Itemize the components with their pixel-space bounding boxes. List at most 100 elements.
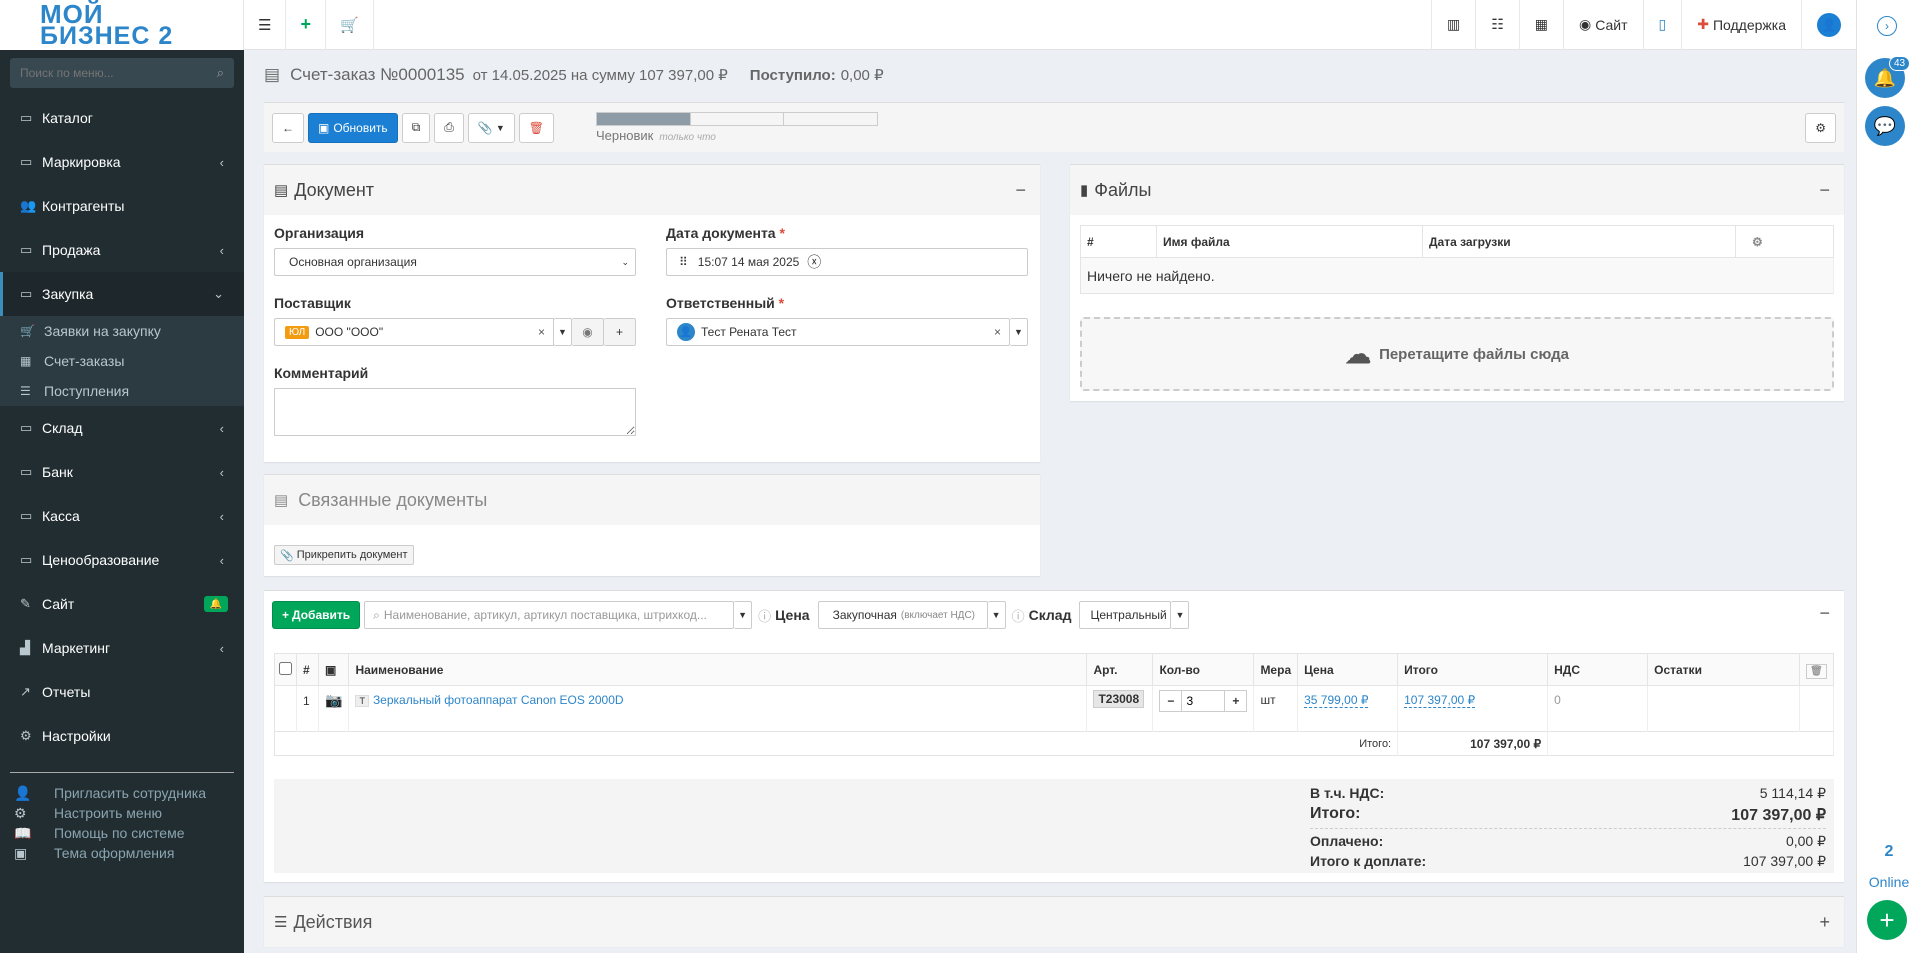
logo[interactable]: МОЙ БИЗНЕС 2 — [0, 0, 244, 50]
info-icon[interactable]: ⓘ — [758, 606, 771, 625]
cart-button[interactable]: 🛒 — [326, 0, 374, 50]
attach-document-button[interactable]: 📎 Прикрепить документ — [274, 545, 414, 565]
warehouse-select[interactable]: Центральный — [1079, 601, 1172, 629]
select-all-checkbox[interactable] — [279, 661, 292, 675]
col-stock[interactable]: Остатки — [1647, 653, 1801, 686]
supplier-select[interactable]: ЮЛ ООО "ООО" × — [274, 318, 554, 346]
online-add-button[interactable]: + — [1867, 900, 1907, 940]
collapse-files-button[interactable]: − — [1819, 180, 1830, 201]
col-qty[interactable]: Кол-во — [1152, 653, 1255, 686]
calendar-button[interactable]: ▦ — [1518, 0, 1563, 50]
col-price[interactable]: Цена — [1297, 653, 1399, 686]
files-settings-cell[interactable]: ⚙ — [1735, 225, 1834, 258]
toolbar-settings-button[interactable]: ⚙ — [1805, 112, 1836, 143]
invite-employee-link[interactable]: 👤 Пригласить сотрудника — [0, 783, 244, 803]
add-supplier-button[interactable]: + — [604, 318, 636, 346]
theme-link[interactable]: ▣ Тема оформления — [0, 843, 244, 863]
col-art[interactable]: Арт. — [1086, 653, 1154, 686]
responsible-dropdown-button[interactable]: ▼ — [1010, 318, 1028, 346]
qty-increase-button[interactable]: + — [1225, 691, 1246, 711]
clear-date-icon[interactable]: ⓧ — [807, 252, 821, 272]
product-image[interactable]: 📷 — [318, 685, 350, 732]
sidebar-item-marking[interactable]: ▭ Маркировка ‹ — [0, 140, 244, 184]
add-goods-button[interactable]: + Добавить — [272, 601, 361, 629]
user-button[interactable]: 👤 — [1801, 0, 1856, 50]
print-icon: ⎙ — [444, 120, 454, 134]
folder-icon: ▭ — [20, 420, 33, 435]
sidebar-item-settings[interactable]: ⚙ Настройки — [0, 714, 244, 758]
server-button[interactable]: ☷ — [1475, 0, 1519, 50]
org-select[interactable]: Основная организация ⌄ — [274, 248, 636, 276]
clear-icon[interactable]: × — [994, 325, 1001, 339]
copy-button[interactable]: ⧉ — [401, 112, 431, 143]
user-plus-icon: 👤 — [14, 784, 32, 801]
sidebar-item-warehouse[interactable]: ▭ Склад ‹ — [0, 406, 244, 450]
file-dropzone[interactable]: ☁ Перетащите файлы сюда — [1080, 317, 1834, 391]
sidebar-item-bank[interactable]: ▭ Банк ‹ — [0, 450, 244, 494]
chat-button[interactable]: 💬 — [1865, 106, 1905, 146]
menu-toggle-button[interactable]: ☰ — [244, 0, 287, 50]
archive-icon: ▤ — [264, 65, 281, 84]
info-icon[interactable]: ⓘ — [1012, 606, 1025, 625]
col-unit[interactable]: Мера — [1253, 653, 1299, 686]
files-col-name[interactable]: Имя файла — [1156, 225, 1423, 258]
expand-panel-button[interactable]: › — [1877, 16, 1897, 36]
collapse-document-button[interactable]: − — [1015, 180, 1026, 201]
goods-search-field[interactable]: ⌕ Наименование, артикул, артикул поставщи… — [364, 601, 735, 629]
sidebar-item-cash[interactable]: ▭ Касса ‹ — [0, 494, 244, 538]
warehouse-dropdown[interactable]: ▼ — [1171, 601, 1190, 629]
table-row[interactable]: 1 📷 Т Зеркальный фотоаппарат Canon EOS 20… — [274, 685, 1834, 732]
files-col-date[interactable]: Дата загрузки — [1422, 225, 1736, 258]
price-type-select[interactable]: Закупочная (включает НДС) — [817, 601, 988, 629]
delete-button[interactable]: 🗑 — [518, 112, 554, 143]
barcode-button[interactable]: ▥ — [1430, 0, 1475, 50]
date-field[interactable]: ⠿ 15:07 14 мая 2025 ⓧ — [666, 248, 1028, 276]
expand-actions-button[interactable]: + — [1819, 912, 1830, 933]
help-link[interactable]: 📖 Помощь по системе — [0, 823, 244, 843]
col-vat[interactable]: НДС — [1547, 653, 1649, 686]
sidebar-item-pricing[interactable]: ▭ Ценообразование ‹ — [0, 538, 244, 582]
sidebar-item-marketing[interactable]: ▟ Маркетинг ‹ — [0, 626, 244, 670]
responsible-select[interactable]: 👤 Тест Рената Тест × — [666, 318, 1010, 346]
update-button[interactable]: ▣ Обновить — [308, 112, 398, 143]
support-button[interactable]: ✚ Поддержка — [1681, 0, 1801, 50]
quick-add-button[interactable]: + — [286, 0, 326, 50]
sidebar-item-contractors[interactable]: 👥 Контрагенты — [0, 184, 244, 228]
sidebar-subitem-invoices[interactable]: ▦ Счет-заказы — [0, 346, 244, 376]
sidebar-subitem-receipts[interactable]: ☰ Поступления — [0, 376, 244, 406]
clear-icon[interactable]: × — [538, 325, 545, 339]
sidebar-item-sales[interactable]: ▭ Продажа ‹ — [0, 228, 244, 272]
sidebar-item-site[interactable]: ✎ Сайт 🔔 — [0, 582, 244, 626]
supplier-dropdown-button[interactable]: ▼ — [554, 318, 572, 346]
qty-decrease-button[interactable]: − — [1160, 691, 1181, 711]
qty-input[interactable] — [1181, 691, 1226, 711]
menu-search-input[interactable] — [20, 66, 217, 80]
sidebar-item-catalog[interactable]: ▭ Каталог — [0, 96, 244, 140]
total-value: 107 397,00 ₽ — [1731, 807, 1826, 824]
col-delete[interactable]: 🗑 — [1799, 653, 1834, 686]
product-name-link[interactable]: Зеркальный фотоаппарат Canon EOS 2000D — [373, 693, 624, 707]
configure-menu-link[interactable]: ⚙ Настроить меню — [0, 803, 244, 823]
product-total[interactable]: 107 397,00 ₽ — [1404, 693, 1476, 708]
view-supplier-button[interactable]: ◉ — [572, 318, 604, 346]
required-mark: * — [779, 225, 785, 241]
attach-dropdown-button[interactable]: 📎 ▼ — [467, 112, 515, 143]
comment-textarea[interactable] — [274, 388, 636, 436]
mobile-app-button[interactable]: ▯ — [1642, 0, 1682, 50]
goods-search-dropdown[interactable]: ▼ — [734, 601, 753, 629]
files-table: # Имя файла Дата загрузки ⚙ Ничего не на… — [1080, 225, 1834, 294]
price-type-dropdown[interactable]: ▼ — [987, 601, 1006, 629]
back-button[interactable]: ← — [272, 112, 304, 143]
print-button[interactable]: ⎙ — [434, 112, 464, 143]
supplier-label: Поставщик — [274, 295, 351, 311]
col-name[interactable]: Наименование — [348, 653, 1088, 686]
chevron-left-icon: ‹ — [219, 242, 224, 258]
product-price[interactable]: 35 799,00 ₽ — [1304, 693, 1369, 708]
collapse-goods-button[interactable]: − — [1819, 603, 1830, 624]
sidebar-item-reports[interactable]: ↗ Отчеты — [0, 670, 244, 714]
col-total[interactable]: Итого — [1397, 653, 1549, 686]
search-icon[interactable]: ⌕ — [217, 65, 224, 81]
site-button[interactable]: ◉ Сайт — [1562, 0, 1643, 50]
sidebar-item-purchase[interactable]: ▭ Закупка ⌄ — [0, 272, 244, 316]
sidebar-subitem-requests[interactable]: 🛒 Заявки на закупку — [0, 316, 244, 346]
